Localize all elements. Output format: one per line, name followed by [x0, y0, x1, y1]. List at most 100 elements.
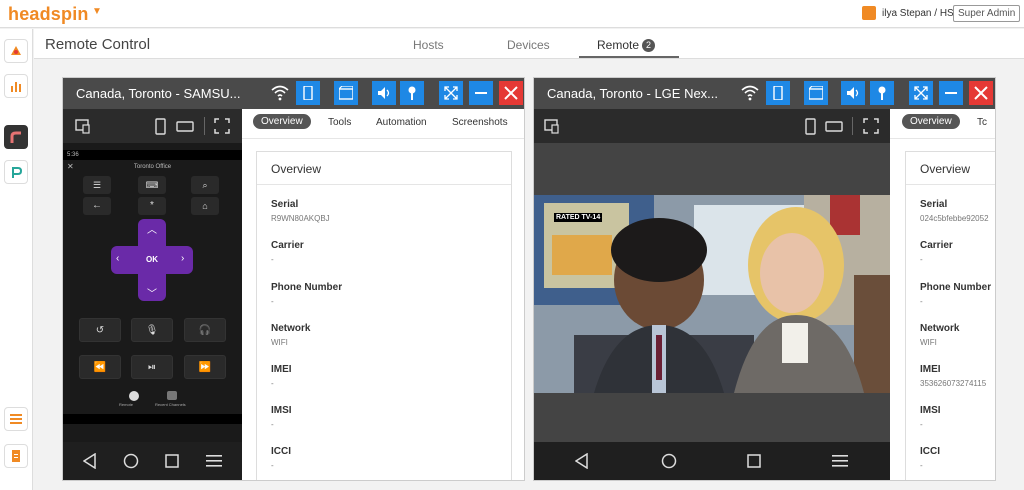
tab-hosts[interactable]: Hosts — [413, 38, 444, 52]
field-value: - — [920, 297, 923, 306]
microphone-button[interactable] — [400, 81, 424, 105]
app-p-icon[interactable] — [4, 160, 28, 184]
field-network: Network WIFI — [271, 323, 310, 347]
field-phone-number: Phone Number - — [920, 282, 991, 306]
phone-view-button[interactable] — [766, 81, 790, 105]
tab-overview[interactable]: Overview — [902, 114, 960, 129]
tab-tools[interactable]: Tools — [328, 117, 351, 128]
fullscreen-button[interactable] — [439, 81, 463, 105]
microphone-button[interactable] — [870, 81, 894, 105]
field-imei: IMEI 353626073274115 — [920, 364, 986, 388]
page-title: Remote Control — [45, 36, 151, 53]
list-icon[interactable] — [4, 407, 28, 431]
close-icon[interactable]: ✕ — [67, 162, 74, 171]
field-label: Phone Number — [271, 282, 343, 293]
wifi-icon — [741, 85, 759, 101]
video-frame[interactable]: RATED TV-14 — [534, 195, 890, 393]
close-panel-button[interactable] — [499, 81, 523, 105]
fast-forward-button[interactable]: ⏩ — [184, 355, 226, 379]
nav-home-icon[interactable] — [661, 453, 677, 469]
nav-home-icon[interactable] — [123, 453, 139, 469]
close-panel-button[interactable] — [969, 81, 993, 105]
field-value: R9WN80AKQBJ — [271, 214, 330, 223]
minimize-button[interactable] — [939, 81, 963, 105]
shapes-icon[interactable] — [4, 39, 28, 63]
field-label: IMSI — [271, 405, 292, 416]
toolbar-divider — [852, 117, 853, 135]
phone-status-bar: 5:36 — [63, 150, 242, 160]
field-carrier: Carrier - — [920, 240, 953, 264]
nav-recents-icon[interactable] — [165, 454, 179, 468]
rewind-button[interactable]: ⏪ — [79, 355, 121, 379]
portrait-icon[interactable] — [155, 118, 167, 135]
brand-dropdown-icon[interactable]: ▼ — [92, 6, 102, 17]
app-r-icon[interactable] — [4, 125, 28, 149]
tab-overview[interactable]: Overview — [253, 114, 311, 129]
expand-icon[interactable] — [863, 118, 879, 134]
remote-title: Toronto Office — [133, 164, 172, 170]
expand-icon[interactable] — [214, 118, 230, 134]
brand-logo[interactable]: headspin — [8, 4, 89, 25]
back-button[interactable]: ← — [83, 197, 111, 215]
volume-button[interactable] — [841, 81, 865, 105]
remote-tab-icon[interactable] — [129, 391, 139, 401]
volume-button[interactable] — [372, 81, 396, 105]
dpad-down-icon[interactable]: ﹀ — [147, 285, 157, 300]
portrait-icon[interactable] — [805, 118, 817, 135]
phone-nav-bar — [63, 414, 242, 424]
device-screen[interactable]: RATED TV-14 — [534, 143, 890, 444]
landscape-icon[interactable] — [176, 121, 194, 132]
user-org-icon — [862, 6, 876, 20]
field-imsi: IMSI - — [271, 405, 292, 429]
nav-recents-icon[interactable] — [747, 454, 761, 468]
minimize-button[interactable] — [469, 81, 493, 105]
field-label: IMSI — [920, 405, 941, 416]
document-icon[interactable] — [4, 444, 28, 468]
tab-tools[interactable]: Tc — [977, 117, 987, 128]
tab-screenshots[interactable]: Screenshots — [452, 117, 508, 128]
video-capture-button[interactable] — [804, 81, 828, 105]
headphones-button[interactable]: 🎧 — [184, 318, 226, 342]
field-network: Network WIFI — [920, 323, 959, 347]
video-capture-button[interactable] — [334, 81, 358, 105]
device-panel-lge: Canada, Toronto - LGE Nex... RATED TV-14… — [533, 77, 996, 481]
field-value: 024c5bfebbe92052 — [920, 214, 989, 223]
nav-back-icon[interactable] — [83, 453, 97, 469]
field-label: Network — [920, 323, 960, 334]
nav-menu-icon[interactable] — [832, 454, 848, 468]
search-button[interactable]: ⌕ — [191, 176, 219, 194]
field-label: ICCI — [271, 446, 291, 457]
tab-devices[interactable]: Devices — [507, 38, 550, 52]
roku-remote-app[interactable]: 5:36 Toronto Office ✕ ☰ ⌨ ⌕ ← * ⌂ ︿ ﹀ ‹ … — [63, 150, 242, 435]
bar-chart-icon[interactable] — [4, 74, 28, 98]
device-info-icon[interactable] — [544, 118, 560, 134]
nav-menu-icon[interactable] — [206, 454, 222, 468]
wifi-icon — [271, 85, 289, 101]
home-button[interactable]: ⌂ — [191, 197, 219, 215]
dpad-right-icon[interactable]: › — [181, 253, 184, 264]
options-button[interactable]: * — [138, 197, 166, 215]
device-info-icon[interactable] — [75, 118, 91, 134]
active-tab-indicator — [579, 56, 679, 58]
recent-channels-icon[interactable] — [167, 391, 177, 400]
landscape-icon[interactable] — [825, 121, 843, 132]
dpad-left-icon[interactable]: ‹ — [116, 253, 119, 264]
nav-back-icon[interactable] — [575, 453, 589, 469]
keyboard-button[interactable]: ⌨ — [138, 176, 166, 194]
panel-header: Canada, Toronto - SAMSU... — [63, 78, 524, 109]
phone-view-button[interactable] — [296, 81, 320, 105]
menu-button[interactable]: ☰ — [83, 176, 111, 194]
panel-tabs: Overview Tools Automation Screenshots — [242, 109, 524, 139]
tab-remote[interactable]: Remote 2 — [597, 38, 656, 52]
voice-button[interactable]: 🎙 — [131, 318, 173, 342]
ok-button[interactable]: OK — [139, 247, 165, 273]
dpad-up-icon[interactable]: ︿ — [147, 221, 157, 236]
fullscreen-button[interactable] — [909, 81, 933, 105]
replay-button[interactable]: ↺ — [79, 318, 121, 342]
user-name[interactable]: ilya Stepan / HS — [882, 8, 954, 19]
device-screen[interactable]: 5:36 Toronto Office ✕ ☰ ⌨ ⌕ ← * ⌂ ︿ ﹀ ‹ … — [63, 143, 242, 444]
dpad[interactable]: ︿ ﹀ ‹ › OK — [111, 219, 193, 301]
remote-tab-label: Remote — [119, 402, 134, 407]
tab-automation[interactable]: Automation — [376, 117, 427, 128]
play-pause-button[interactable]: ⏯ — [131, 355, 173, 379]
